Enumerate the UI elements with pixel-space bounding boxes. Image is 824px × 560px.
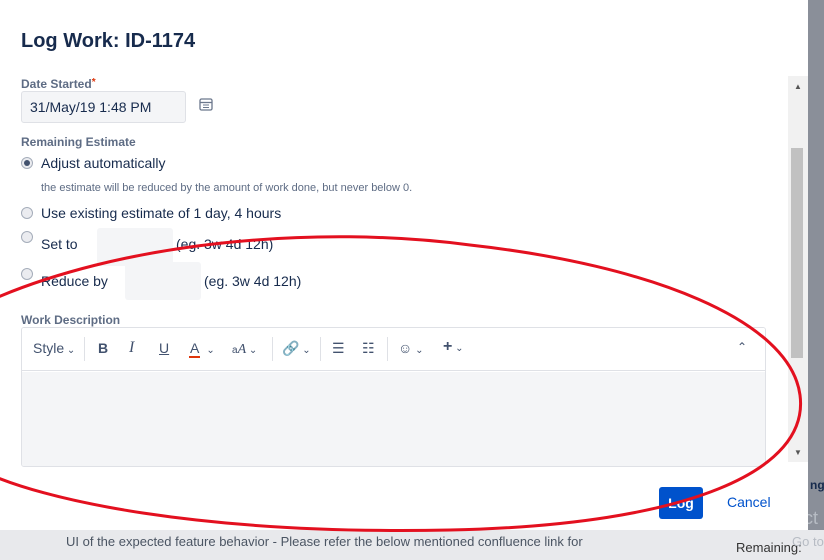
set-to-hint: (eg. 3w 4d 12h) xyxy=(176,236,274,252)
background-description-text: UI of the expected feature behavior - Pl… xyxy=(66,534,583,549)
work-description-textarea[interactable] xyxy=(22,372,765,466)
date-started-label: Date Started* xyxy=(21,77,96,91)
date-started-label-text: Date Started xyxy=(21,77,92,91)
chevron-down-icon: ⌄ xyxy=(206,345,215,356)
background-heading-fragment: ng xyxy=(810,478,824,492)
scroll-down-arrow-icon[interactable]: ▼ xyxy=(794,448,802,457)
link-icon[interactable]: 🔗 ⌄ xyxy=(282,340,311,357)
radio-adjust-automatically[interactable] xyxy=(21,157,33,169)
work-description-editor: Style ⌄ B I U A ⌄ aA ⌄ 🔗 ⌄ ☰ ☷ ☺ ⌄ + ⌄ ⌃ xyxy=(21,327,766,467)
set-to-input[interactable] xyxy=(97,228,173,266)
calendar-icon[interactable] xyxy=(199,97,213,111)
log-work-dialog: Log Work: ID-1174 Date Started* 31/May/1… xyxy=(0,0,808,530)
style-dropdown-label: Style xyxy=(33,340,65,356)
emoji-icon[interactable]: ☺ ⌄ xyxy=(398,340,423,356)
radio-adjust-automatically-label: Adjust automatically xyxy=(41,155,166,171)
radio-use-existing-estimate-label: Use existing estimate of 1 day, 4 hours xyxy=(41,205,282,221)
toolbar-divider xyxy=(84,337,85,361)
adjust-automatically-hint: the estimate will be reduced by the amou… xyxy=(41,182,413,194)
required-indicator: * xyxy=(91,77,96,88)
text-color-label: A xyxy=(189,340,201,358)
numbered-list-icon[interactable]: ☷ xyxy=(362,340,375,357)
editor-toolbar: Style ⌄ B I U A ⌄ aA ⌄ 🔗 ⌄ ☰ ☷ ☺ ⌄ + ⌄ ⌃ xyxy=(22,328,765,371)
chevron-down-icon: ⌄ xyxy=(64,345,76,356)
toolbar-divider xyxy=(272,337,273,361)
work-description-label: Work Description xyxy=(21,313,121,327)
remaining-estimate-label: Remaining Estimate xyxy=(21,135,136,149)
reduce-by-input[interactable] xyxy=(125,262,201,300)
italic-button[interactable]: I xyxy=(129,339,134,357)
collapse-toolbar-icon[interactable]: ⌃ xyxy=(737,340,747,354)
radio-reduce-by[interactable] xyxy=(21,268,33,280)
style-dropdown[interactable]: Style ⌄ xyxy=(33,340,75,356)
radio-set-to-label: Set to xyxy=(41,236,78,252)
bullet-list-icon[interactable]: ☰ xyxy=(332,340,345,357)
radio-set-to[interactable] xyxy=(21,231,33,243)
toolbar-divider xyxy=(387,337,388,361)
scroll-up-arrow-icon[interactable]: ▲ xyxy=(794,82,802,91)
underline-button[interactable]: U xyxy=(159,340,169,356)
insert-more-icon[interactable]: + ⌄ xyxy=(443,338,464,356)
background-page-edge xyxy=(808,0,824,560)
date-started-input[interactable]: 31/May/19 1:48 PM xyxy=(21,91,186,123)
scrollbar-thumb[interactable] xyxy=(791,148,803,358)
text-color-button[interactable]: A ⌄ xyxy=(189,340,215,358)
text-formatting-icon[interactable]: aA ⌄ xyxy=(232,340,257,358)
cancel-link[interactable]: Cancel xyxy=(727,494,771,510)
radio-reduce-by-label: Reduce by xyxy=(41,273,108,289)
radio-use-existing-estimate[interactable] xyxy=(21,207,33,219)
reduce-by-hint: (eg. 3w 4d 12h) xyxy=(204,273,302,289)
dialog-title: Log Work: ID-1174 xyxy=(21,30,196,52)
bold-button[interactable]: B xyxy=(98,340,108,356)
log-button[interactable]: Log xyxy=(659,487,703,519)
toolbar-divider xyxy=(320,337,321,361)
activate-watermark-sub: Go to xyxy=(792,534,824,549)
